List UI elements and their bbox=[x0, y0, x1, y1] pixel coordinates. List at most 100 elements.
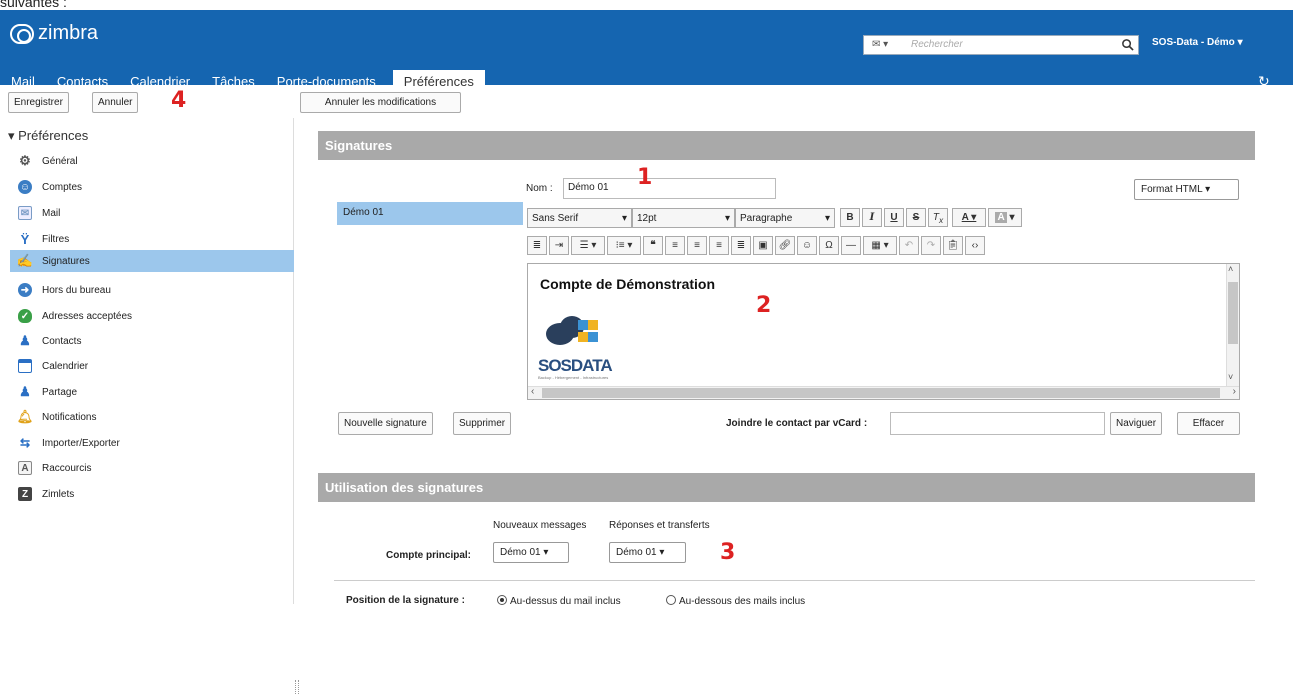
position-below-radio[interactable]: Au-dessous des mails inclus bbox=[666, 595, 805, 607]
scroll-right-icon[interactable]: › bbox=[1233, 386, 1236, 397]
sidebar-item-calendar[interactable]: Calendrier bbox=[18, 355, 294, 377]
highlight-color-icon[interactable]: A ▾ bbox=[988, 208, 1022, 227]
position-above-radio[interactable]: Au-dessus du mail inclus bbox=[497, 595, 621, 607]
keyboard-shortcut-icon: A bbox=[18, 461, 32, 475]
new-messages-signature-select[interactable]: Démo 01 ▾ bbox=[493, 542, 569, 563]
search-type-select[interactable]: ✉ ▾ bbox=[872, 39, 888, 50]
signature-list-item[interactable]: Démo 01 bbox=[337, 202, 523, 225]
signature-list[interactable] bbox=[337, 225, 523, 405]
clear-format-icon[interactable]: Tx bbox=[928, 208, 948, 227]
envelope-icon: ✉ bbox=[18, 206, 32, 220]
filter-icon: Ÿ bbox=[20, 231, 30, 247]
position-below-label: Au-dessous des mails inclus bbox=[679, 596, 806, 607]
horizontal-scrollbar-thumb[interactable] bbox=[542, 388, 1220, 398]
vertical-scrollbar-thumb[interactable] bbox=[1228, 282, 1238, 344]
undo-changes-button[interactable]: Annuler les modifications bbox=[300, 92, 461, 113]
quote-icon[interactable]: ❝ bbox=[643, 236, 663, 255]
sosdata-logo-text: SOSDATA bbox=[538, 356, 613, 375]
redo-icon[interactable]: ↷ bbox=[921, 236, 941, 255]
horizontal-rule-icon[interactable]: — bbox=[841, 236, 861, 255]
sidebar-item-signatures[interactable]: ✍ Signatures bbox=[10, 250, 294, 272]
sidebar-item-import-export[interactable]: ⇆ Importer/Exporter bbox=[18, 432, 294, 454]
underline-icon[interactable]: U bbox=[884, 208, 904, 227]
vcard-input[interactable] bbox=[890, 412, 1105, 435]
undo-icon[interactable]: ↶ bbox=[899, 236, 919, 255]
sidebar-item-accounts[interactable]: ☺ Comptes bbox=[18, 176, 294, 198]
paste-icon[interactable]: 📋︎ bbox=[943, 236, 963, 255]
horizontal-scrollbar[interactable]: ‹ › bbox=[528, 386, 1239, 399]
sidebar-item-general[interactable]: ⚙ Général bbox=[18, 150, 294, 172]
sidebar-item-zimlets[interactable]: Z Zimlets bbox=[18, 483, 294, 505]
scroll-down-icon[interactable]: ˅ bbox=[1228, 372, 1233, 382]
signature-usage-section-header: Utilisation des signatures bbox=[318, 473, 1255, 502]
search-box[interactable]: ✉ ▾ Rechercher bbox=[863, 35, 1139, 55]
format-select[interactable]: Format HTML ▾ bbox=[1134, 179, 1239, 200]
replies-signature-select[interactable]: Démo 01 ▾ bbox=[609, 542, 686, 563]
special-char-icon[interactable]: Ω bbox=[819, 236, 839, 255]
sidebar-item-label: Zimlets bbox=[42, 488, 75, 500]
zimbra-logo[interactable]: zimbra bbox=[10, 22, 98, 45]
emoticon-icon[interactable]: ☺ bbox=[797, 236, 817, 255]
source-code-icon[interactable]: ‹› bbox=[965, 236, 985, 255]
search-input[interactable]: Rechercher bbox=[911, 39, 963, 50]
sidebar-item-notifications[interactable]: 🔔︎ Notifications bbox=[17, 406, 294, 428]
preferences-tree-title[interactable]: ▾ Préférences bbox=[8, 128, 88, 144]
user-menu[interactable]: SOS-Data - Démo ▾ bbox=[1152, 37, 1243, 48]
tab-tasks[interactable]: Tâches bbox=[201, 70, 266, 95]
signature-name-input[interactable]: Démo 01 bbox=[563, 178, 776, 199]
bullet-list-icon[interactable]: ☰ ▾ bbox=[571, 236, 605, 255]
block-format-select[interactable]: Paragraphe ▾ bbox=[735, 208, 835, 228]
sidebar-item-filters[interactable]: Ÿ Filtres bbox=[18, 228, 294, 250]
image-icon[interactable]: ▣ bbox=[753, 236, 773, 255]
font-size-select[interactable]: 12pt ▾ bbox=[632, 208, 735, 228]
sidebar-item-accepted-addresses[interactable]: ✓ Adresses acceptées bbox=[18, 305, 294, 327]
justify-center-icon[interactable]: ≡ bbox=[687, 236, 707, 255]
sidebar-item-label: Mail bbox=[42, 207, 61, 219]
sidebar-item-contacts[interactable]: ♟ Contacts bbox=[18, 330, 294, 352]
text-color-icon[interactable]: A ▾ bbox=[952, 208, 986, 227]
search-icon[interactable] bbox=[1121, 38, 1134, 51]
clear-button[interactable]: Effacer bbox=[1177, 412, 1240, 435]
sidebar-item-sharing[interactable]: ♟ Partage bbox=[18, 381, 294, 403]
vcard-label: Joindre le contact par vCard : bbox=[726, 418, 868, 429]
link-icon[interactable]: 🔗︎ bbox=[775, 236, 795, 255]
table-icon[interactable]: ▦ ▾ bbox=[863, 236, 897, 255]
font-family-value: Sans Serif bbox=[532, 212, 579, 224]
refresh-icon[interactable]: ↻ bbox=[1258, 73, 1270, 90]
bold-icon[interactable]: B bbox=[840, 208, 860, 227]
splitter-grip[interactable] bbox=[295, 680, 299, 694]
zimbra-logo-icon bbox=[10, 23, 34, 44]
vertical-scrollbar[interactable]: ˄ ˅ bbox=[1226, 264, 1239, 386]
logo-text: zimbra bbox=[38, 22, 99, 44]
justify-full-icon[interactable]: ≣ bbox=[731, 236, 751, 255]
dropdown-arrow-icon: ▾ bbox=[824, 212, 830, 224]
sidebar-item-label: Notifications bbox=[42, 411, 97, 423]
scroll-up-icon[interactable]: ˄ bbox=[1228, 264, 1233, 274]
delete-signature-button[interactable]: Supprimer bbox=[453, 412, 512, 435]
strikethrough-icon[interactable]: S bbox=[906, 208, 926, 227]
align-left-icon[interactable]: ≣ bbox=[527, 236, 547, 255]
sidebar-item-label: Importer/Exporter bbox=[42, 437, 120, 449]
scroll-left-icon[interactable]: ‹ bbox=[531, 386, 534, 397]
italic-icon[interactable]: I bbox=[862, 208, 882, 227]
justify-left-icon[interactable]: ≡ bbox=[665, 236, 685, 255]
new-signature-button[interactable]: Nouvelle signature bbox=[338, 412, 433, 435]
annotation-1: 1 bbox=[637, 165, 653, 190]
font-family-select[interactable]: Sans Serif ▾ bbox=[527, 208, 632, 228]
signature-editor[interactable]: Compte de Démonstration SOSDATA Backup -… bbox=[527, 263, 1240, 400]
sidebar-item-label: Comptes bbox=[42, 181, 83, 193]
indent-icon[interactable]: ⇥ bbox=[549, 236, 569, 255]
sidebar-item-shortcuts[interactable]: A Raccourcis bbox=[18, 457, 294, 479]
sosdata-logo-tagline: Backup - Hébergement - Infrastructures bbox=[538, 375, 609, 380]
save-button[interactable]: Enregistrer bbox=[8, 92, 69, 113]
justify-right-icon[interactable]: ≡ bbox=[709, 236, 729, 255]
browse-button[interactable]: Naviguer bbox=[1110, 412, 1163, 435]
sidebar-item-mail[interactable]: ✉ Mail bbox=[18, 202, 294, 224]
cancel-button[interactable]: Annuler bbox=[92, 92, 139, 113]
dropdown-arrow-icon: ▾ bbox=[724, 212, 730, 224]
sidebar-item-label: Partage bbox=[42, 386, 78, 398]
sidebar-item-out-of-office[interactable]: ➜ Hors du bureau bbox=[18, 279, 294, 301]
numbered-list-icon[interactable]: ⁝≡ ▾ bbox=[607, 236, 641, 255]
block-format-value: Paragraphe bbox=[740, 212, 793, 224]
gear-icon: ⚙ bbox=[19, 153, 31, 168]
